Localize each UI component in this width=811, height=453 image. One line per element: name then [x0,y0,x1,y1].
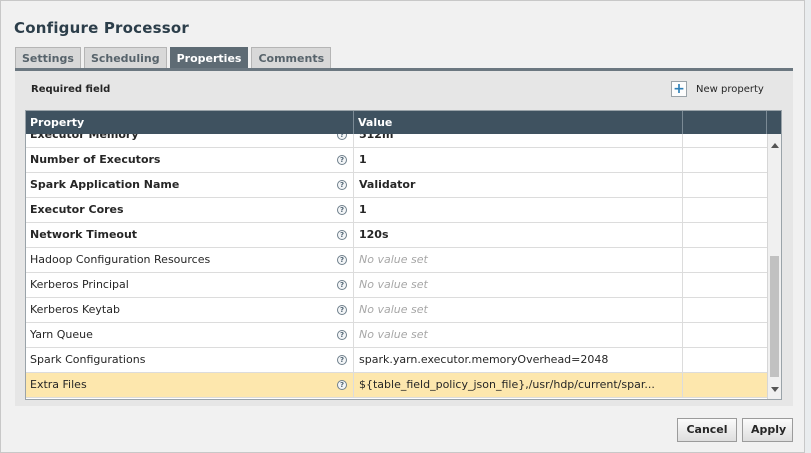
property-value[interactable]: 1 [354,198,683,222]
column-header-property[interactable]: Property [26,111,354,134]
column-header-value[interactable]: Value [354,111,683,134]
no-value-placeholder: No value set [359,303,428,316]
no-value-placeholder: No value set [359,278,428,291]
table-row[interactable]: Hadoop Configuration Resources? No value … [26,248,767,273]
row-actions-cell [683,148,767,172]
vertical-scrollbar[interactable] [767,134,781,399]
help-icon[interactable]: ? [337,380,347,390]
scroll-up-icon[interactable] [771,143,779,148]
help-icon[interactable]: ? [337,355,347,365]
table-row[interactable]: Executor Memory? 512m [26,134,767,148]
table-row[interactable]: Yarn Queue? No value set [26,323,767,348]
row-actions-cell [683,323,767,347]
row-actions-cell [683,223,767,247]
dialog-title: Configure Processor [14,19,189,37]
property-value[interactable]: No value set [354,273,683,297]
row-actions-cell [683,173,767,197]
table-row[interactable]: Kerberos Keytab? No value set [26,298,767,323]
property-value[interactable]: ${table_field_policy_json_file},/usr/hdp… [354,373,683,397]
value-text: 512m [359,134,394,141]
help-icon[interactable]: ? [337,230,347,240]
property-name: Spark Application Name [26,173,354,197]
property-value[interactable]: No value set [354,323,683,347]
value-text: 1 [359,153,367,166]
column-header-extra [683,111,767,134]
help-icon[interactable]: ? [337,155,347,165]
row-actions-cell [683,134,767,147]
tab-comments[interactable]: Comments [251,47,332,68]
property-name: Executor Memory [26,134,354,147]
property-name: Number of Executors [26,148,354,172]
value-text: 120s [359,228,389,241]
property-name: Hadoop Configuration Resources [26,248,354,272]
property-value[interactable]: No value set [354,298,683,322]
property-name: Spark Configurations [26,348,354,372]
help-icon[interactable]: ? [337,280,347,290]
value-text: 1 [359,203,367,216]
property-value[interactable]: Validator [354,173,683,197]
cancel-button[interactable]: Cancel [677,418,737,442]
new-property-button[interactable]: + New property [671,81,764,97]
property-name: Executor Cores [26,198,354,222]
property-name: Extra Files [26,373,354,397]
no-value-placeholder: No value set [359,253,428,266]
property-name: Kerberos Keytab [26,298,354,322]
tab-bar: Settings Scheduling Properties Comments [15,47,332,68]
property-name: Yarn Queue [26,323,354,347]
table-body: Executor Memory? 512m Number of Executors?… [26,134,767,399]
plus-icon[interactable]: + [671,81,687,97]
apply-button[interactable]: Apply [742,418,793,442]
column-header-scroll [767,111,781,134]
row-actions-cell [683,273,767,297]
table-row[interactable]: Network Timeout? 120s [26,223,767,248]
no-value-placeholder: No value set [359,328,428,341]
table-row[interactable]: Spark Application Name? Validator [26,173,767,198]
help-icon[interactable]: ? [337,330,347,340]
property-value[interactable]: 1 [354,148,683,172]
table-row[interactable]: Spark Configurations? spark.yarn.executor… [26,348,767,373]
table-row[interactable]: Extra Files? ${table_field_policy_json_fi… [26,373,767,398]
value-text: Validator [359,178,416,191]
table-row[interactable]: Number of Executors? 1 [26,148,767,173]
properties-table: Property Value Executor Memory? 512m Numbe… [25,110,782,400]
tab-settings[interactable]: Settings [15,47,81,68]
tab-scheduling[interactable]: Scheduling [83,47,167,68]
help-icon[interactable]: ? [337,180,347,190]
row-actions-cell [683,298,767,322]
configure-processor-dialog: Configure Processor Settings Scheduling … [0,0,805,453]
scrollbar-thumb[interactable] [770,256,779,377]
new-property-label[interactable]: New property [696,84,764,95]
help-icon[interactable]: ? [337,305,347,315]
required-field-legend: Required field [31,84,111,95]
value-text: ${table_field_policy_json_file},/usr/hdp… [359,378,655,391]
row-actions-cell [683,348,767,372]
table-header: Property Value [26,111,781,134]
scroll-down-icon[interactable] [771,387,779,392]
property-name: Network Timeout [26,223,354,247]
properties-panel: Required field + New property Property V… [15,71,793,406]
value-text: spark.yarn.executor.memoryOverhead=2048 [359,353,609,366]
table-row[interactable]: Kerberos Principal? No value set [26,273,767,298]
row-actions-cell [683,248,767,272]
row-actions-cell [683,198,767,222]
help-icon[interactable]: ? [337,205,347,215]
table-row[interactable]: Executor Cores? 1 [26,198,767,223]
property-value[interactable]: No value set [354,248,683,272]
property-name: Kerberos Principal [26,273,354,297]
property-value[interactable]: 120s [354,223,683,247]
tab-properties[interactable]: Properties [169,47,249,68]
row-actions-cell [683,373,767,397]
property-value[interactable]: 512m [354,134,683,147]
help-icon[interactable]: ? [337,255,347,265]
property-value[interactable]: spark.yarn.executor.memoryOverhead=2048 [354,348,683,372]
